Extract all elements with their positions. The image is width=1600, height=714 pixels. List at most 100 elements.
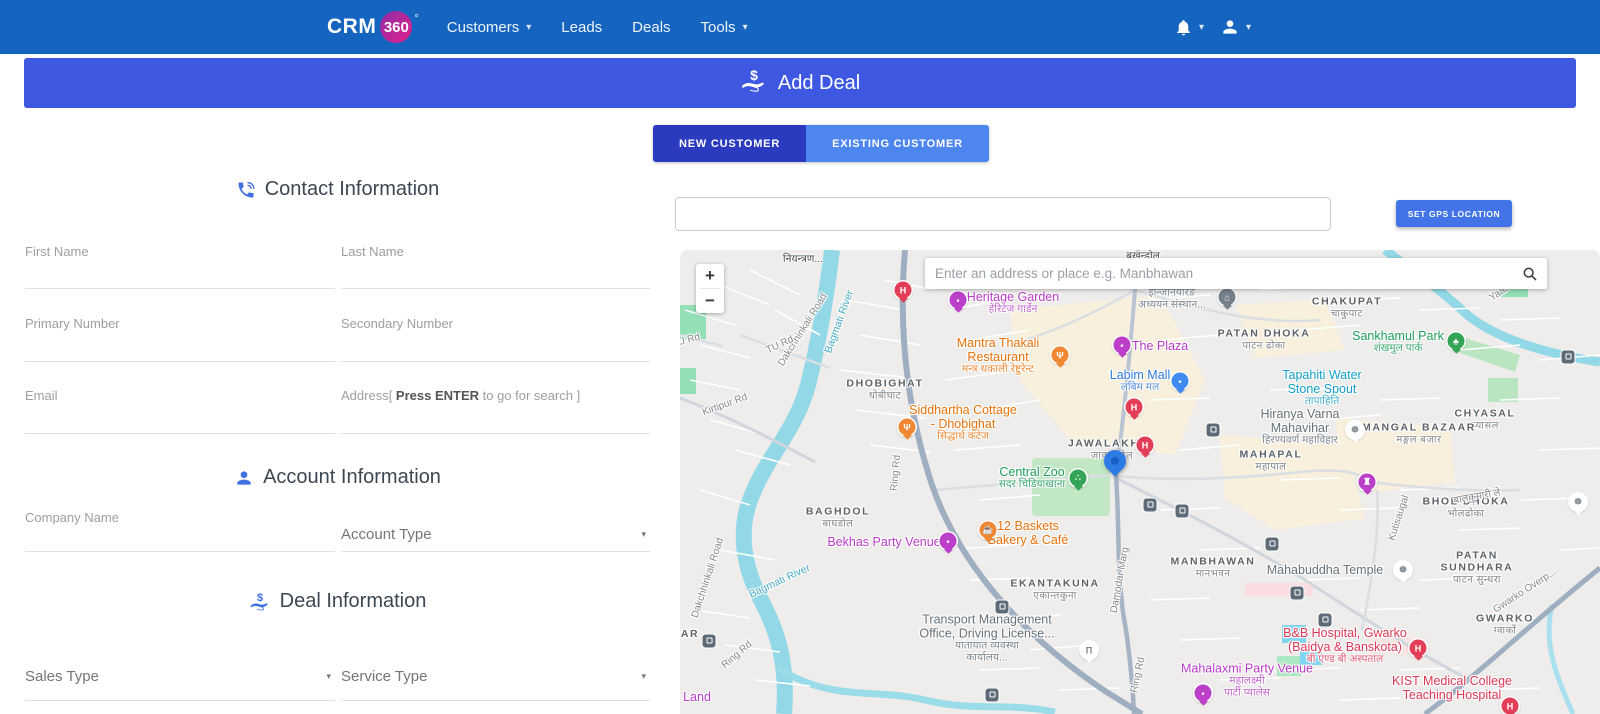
top-navbar: CRM 360 ° Customers Leads Deals Tools bbox=[0, 0, 1600, 54]
brand-logo[interactable]: CRM 360 ° bbox=[327, 11, 419, 43]
campus-marker[interactable]: ⌂ bbox=[1218, 288, 1236, 306]
contact-information-heading: Contact Information bbox=[25, 178, 650, 201]
deal-hand-dollar-icon: $ bbox=[249, 591, 271, 613]
hospital-marker[interactable]: H bbox=[1409, 639, 1427, 657]
notifications-button[interactable] bbox=[1170, 14, 1208, 41]
hospital-marker[interactable]: H bbox=[894, 281, 912, 299]
om-marker[interactable]: ☸ bbox=[1569, 493, 1587, 511]
nav-item-deals[interactable]: Deals bbox=[632, 19, 670, 36]
chevron-down-icon bbox=[1199, 22, 1204, 33]
account-information-heading: Account Information bbox=[25, 466, 650, 489]
bus-stop-marker[interactable] bbox=[1175, 504, 1189, 518]
hospital-marker[interactable]: H bbox=[1501, 697, 1519, 714]
zoo-marker[interactable]: ∴ bbox=[1069, 469, 1087, 487]
bus-stop-marker[interactable] bbox=[1265, 537, 1279, 551]
map-overlays: DHOBIGHATधोबीघाटBAGHDOLबाघडोलJAWALAKHELज… bbox=[680, 250, 1600, 714]
bus-stop-marker[interactable] bbox=[1561, 350, 1575, 364]
last-name-field[interactable]: Last Name bbox=[341, 244, 650, 289]
map-label: बालकुमारी ले bbox=[1452, 487, 1502, 507]
map-label: Sankhamul Park शंखमुल पार्क bbox=[1352, 329, 1444, 355]
mangal-bazaar-marker[interactable]: ♜ bbox=[1358, 473, 1376, 491]
nav-item-tools[interactable]: Tools bbox=[701, 19, 748, 36]
restaurant-marker[interactable]: Ψ bbox=[898, 418, 916, 436]
map-label: PATAN SUNDHARA पाटन सुन्धरा bbox=[1440, 549, 1514, 586]
map-canvas[interactable]: DHOBIGHATधोबीघाटBAGHDOLबाघडोलJAWALAKHELज… bbox=[680, 250, 1600, 714]
gps-address-input[interactable] bbox=[675, 197, 1331, 231]
map-label: BAGHDOL बाघडोल bbox=[805, 505, 871, 530]
map-label: DHOBIGHAT धोबीघाट bbox=[846, 377, 924, 402]
brand-text: CRM bbox=[327, 15, 377, 38]
svg-text:$: $ bbox=[750, 67, 758, 83]
map-label: Mahabuddha Temple bbox=[1266, 563, 1384, 577]
bus-stop-marker[interactable] bbox=[1143, 498, 1157, 512]
map-label: 12 Baskets Bakery & Café bbox=[987, 519, 1069, 547]
chevron-down-icon bbox=[743, 22, 748, 33]
tab-existing-customer[interactable]: EXISTING CUSTOMER bbox=[806, 125, 989, 162]
primary-number-field[interactable]: Primary Number bbox=[25, 316, 335, 362]
map-search-input[interactable] bbox=[925, 266, 1522, 281]
select-caret-icon bbox=[641, 671, 646, 682]
park-marker[interactable]: ♣ bbox=[1447, 332, 1465, 350]
user-icon bbox=[1220, 17, 1240, 37]
set-gps-location-button[interactable]: SET GPS LOCATION bbox=[1396, 200, 1512, 227]
bus-stop-marker[interactable] bbox=[1206, 423, 1220, 437]
account-person-icon bbox=[234, 468, 254, 488]
map-label: Dakchhinkali Road bbox=[689, 536, 727, 620]
cafe-marker[interactable]: ☕ bbox=[979, 521, 997, 539]
map-label: PATAN DHOKA पाटन ढोका bbox=[1217, 327, 1311, 352]
map-label: Damodar Marg bbox=[1108, 546, 1132, 614]
map-label: GWARKO ग्वार्को bbox=[1475, 612, 1535, 637]
nav-item-customers[interactable]: Customers bbox=[447, 19, 532, 36]
company-name-field[interactable]: Company Name bbox=[25, 510, 335, 552]
svg-text:$: $ bbox=[257, 592, 263, 604]
zoom-in-button[interactable]: + bbox=[696, 264, 724, 288]
bus-stop-marker[interactable] bbox=[702, 634, 716, 648]
bus-stop-marker[interactable] bbox=[1318, 613, 1332, 627]
map-label: MANBHAWAN मानभवन bbox=[1170, 555, 1256, 580]
nav-item-leads[interactable]: Leads bbox=[561, 19, 602, 36]
temple-marker[interactable]: ☸ bbox=[1394, 561, 1412, 579]
map-label: Gwarko Overp... bbox=[1491, 566, 1559, 616]
brand-360-badge: 360 bbox=[380, 11, 413, 43]
bus-stop-marker[interactable] bbox=[985, 688, 999, 702]
map-label: Bekhas Party Venue bbox=[827, 535, 941, 549]
map-label: Ring Rd bbox=[888, 454, 903, 492]
account-type-select[interactable]: Account Type bbox=[341, 526, 650, 552]
map-label: Transport Management Office, Driving Lic… bbox=[919, 612, 1055, 663]
map-zoom-control: + − bbox=[696, 264, 724, 313]
hospital-marker[interactable]: H bbox=[1136, 436, 1154, 454]
page-title: Add Deal bbox=[777, 71, 861, 94]
address-field[interactable]: Address[ Press ENTER to go for search ] bbox=[341, 388, 650, 434]
zoom-out-button[interactable]: − bbox=[696, 289, 724, 313]
mahalaxmi-party-venue-marker[interactable]: ▪ bbox=[1194, 684, 1212, 702]
office-marker[interactable]: Π bbox=[1080, 641, 1098, 659]
map-label: EKANTAKUNA एकान्तकुना bbox=[1010, 577, 1100, 602]
map-label: MAHAPAL महापाल bbox=[1239, 448, 1303, 473]
map-label: Ring Rd bbox=[1128, 656, 1148, 694]
select-caret-icon bbox=[326, 671, 331, 682]
sales-type-select[interactable]: Sales Type bbox=[25, 668, 335, 701]
map-label: Tapahiti Water Stone Spout तापाहिति bbox=[1282, 368, 1362, 408]
search-icon bbox=[1522, 266, 1538, 282]
map-label: BHOL DHOKA भोलढोका bbox=[1422, 495, 1510, 520]
map-label: Hiranya Varna Mahavihar हिरण्यवर्ण महाविह… bbox=[1260, 407, 1340, 447]
restaurant-marker[interactable]: Ψ bbox=[1051, 346, 1069, 364]
email-field[interactable]: Email bbox=[25, 388, 335, 434]
the-plaza-marker[interactable]: ▪ bbox=[1113, 336, 1131, 354]
map-label: Mantra Thakali Restaurant मन्त्र थकाली रे… bbox=[956, 336, 1040, 376]
bus-stop-marker[interactable] bbox=[1290, 586, 1304, 600]
map-label: नियन्त्रण... bbox=[782, 253, 824, 266]
user-menu-button[interactable] bbox=[1216, 13, 1255, 41]
customer-tabs: NEW CUSTOMER EXISTING CUSTOMER bbox=[653, 125, 989, 162]
heritage-garden-marker[interactable]: ▪ bbox=[949, 291, 967, 309]
first-name-field[interactable]: First Name bbox=[25, 244, 335, 289]
tab-new-customer[interactable]: NEW CUSTOMER bbox=[653, 125, 807, 162]
select-caret-icon bbox=[641, 529, 646, 540]
bus-stop-marker[interactable] bbox=[995, 600, 1009, 614]
labim-mall-marker[interactable]: ▪ bbox=[1171, 372, 1189, 390]
temple-marker[interactable]: ☸ bbox=[1346, 421, 1364, 439]
hospital-marker[interactable]: H bbox=[1125, 398, 1143, 416]
secondary-number-field[interactable]: Secondary Number bbox=[341, 316, 650, 362]
bekhas-party-venue-marker[interactable]: ▪ bbox=[939, 532, 957, 550]
service-type-select[interactable]: Service Type bbox=[341, 668, 650, 701]
